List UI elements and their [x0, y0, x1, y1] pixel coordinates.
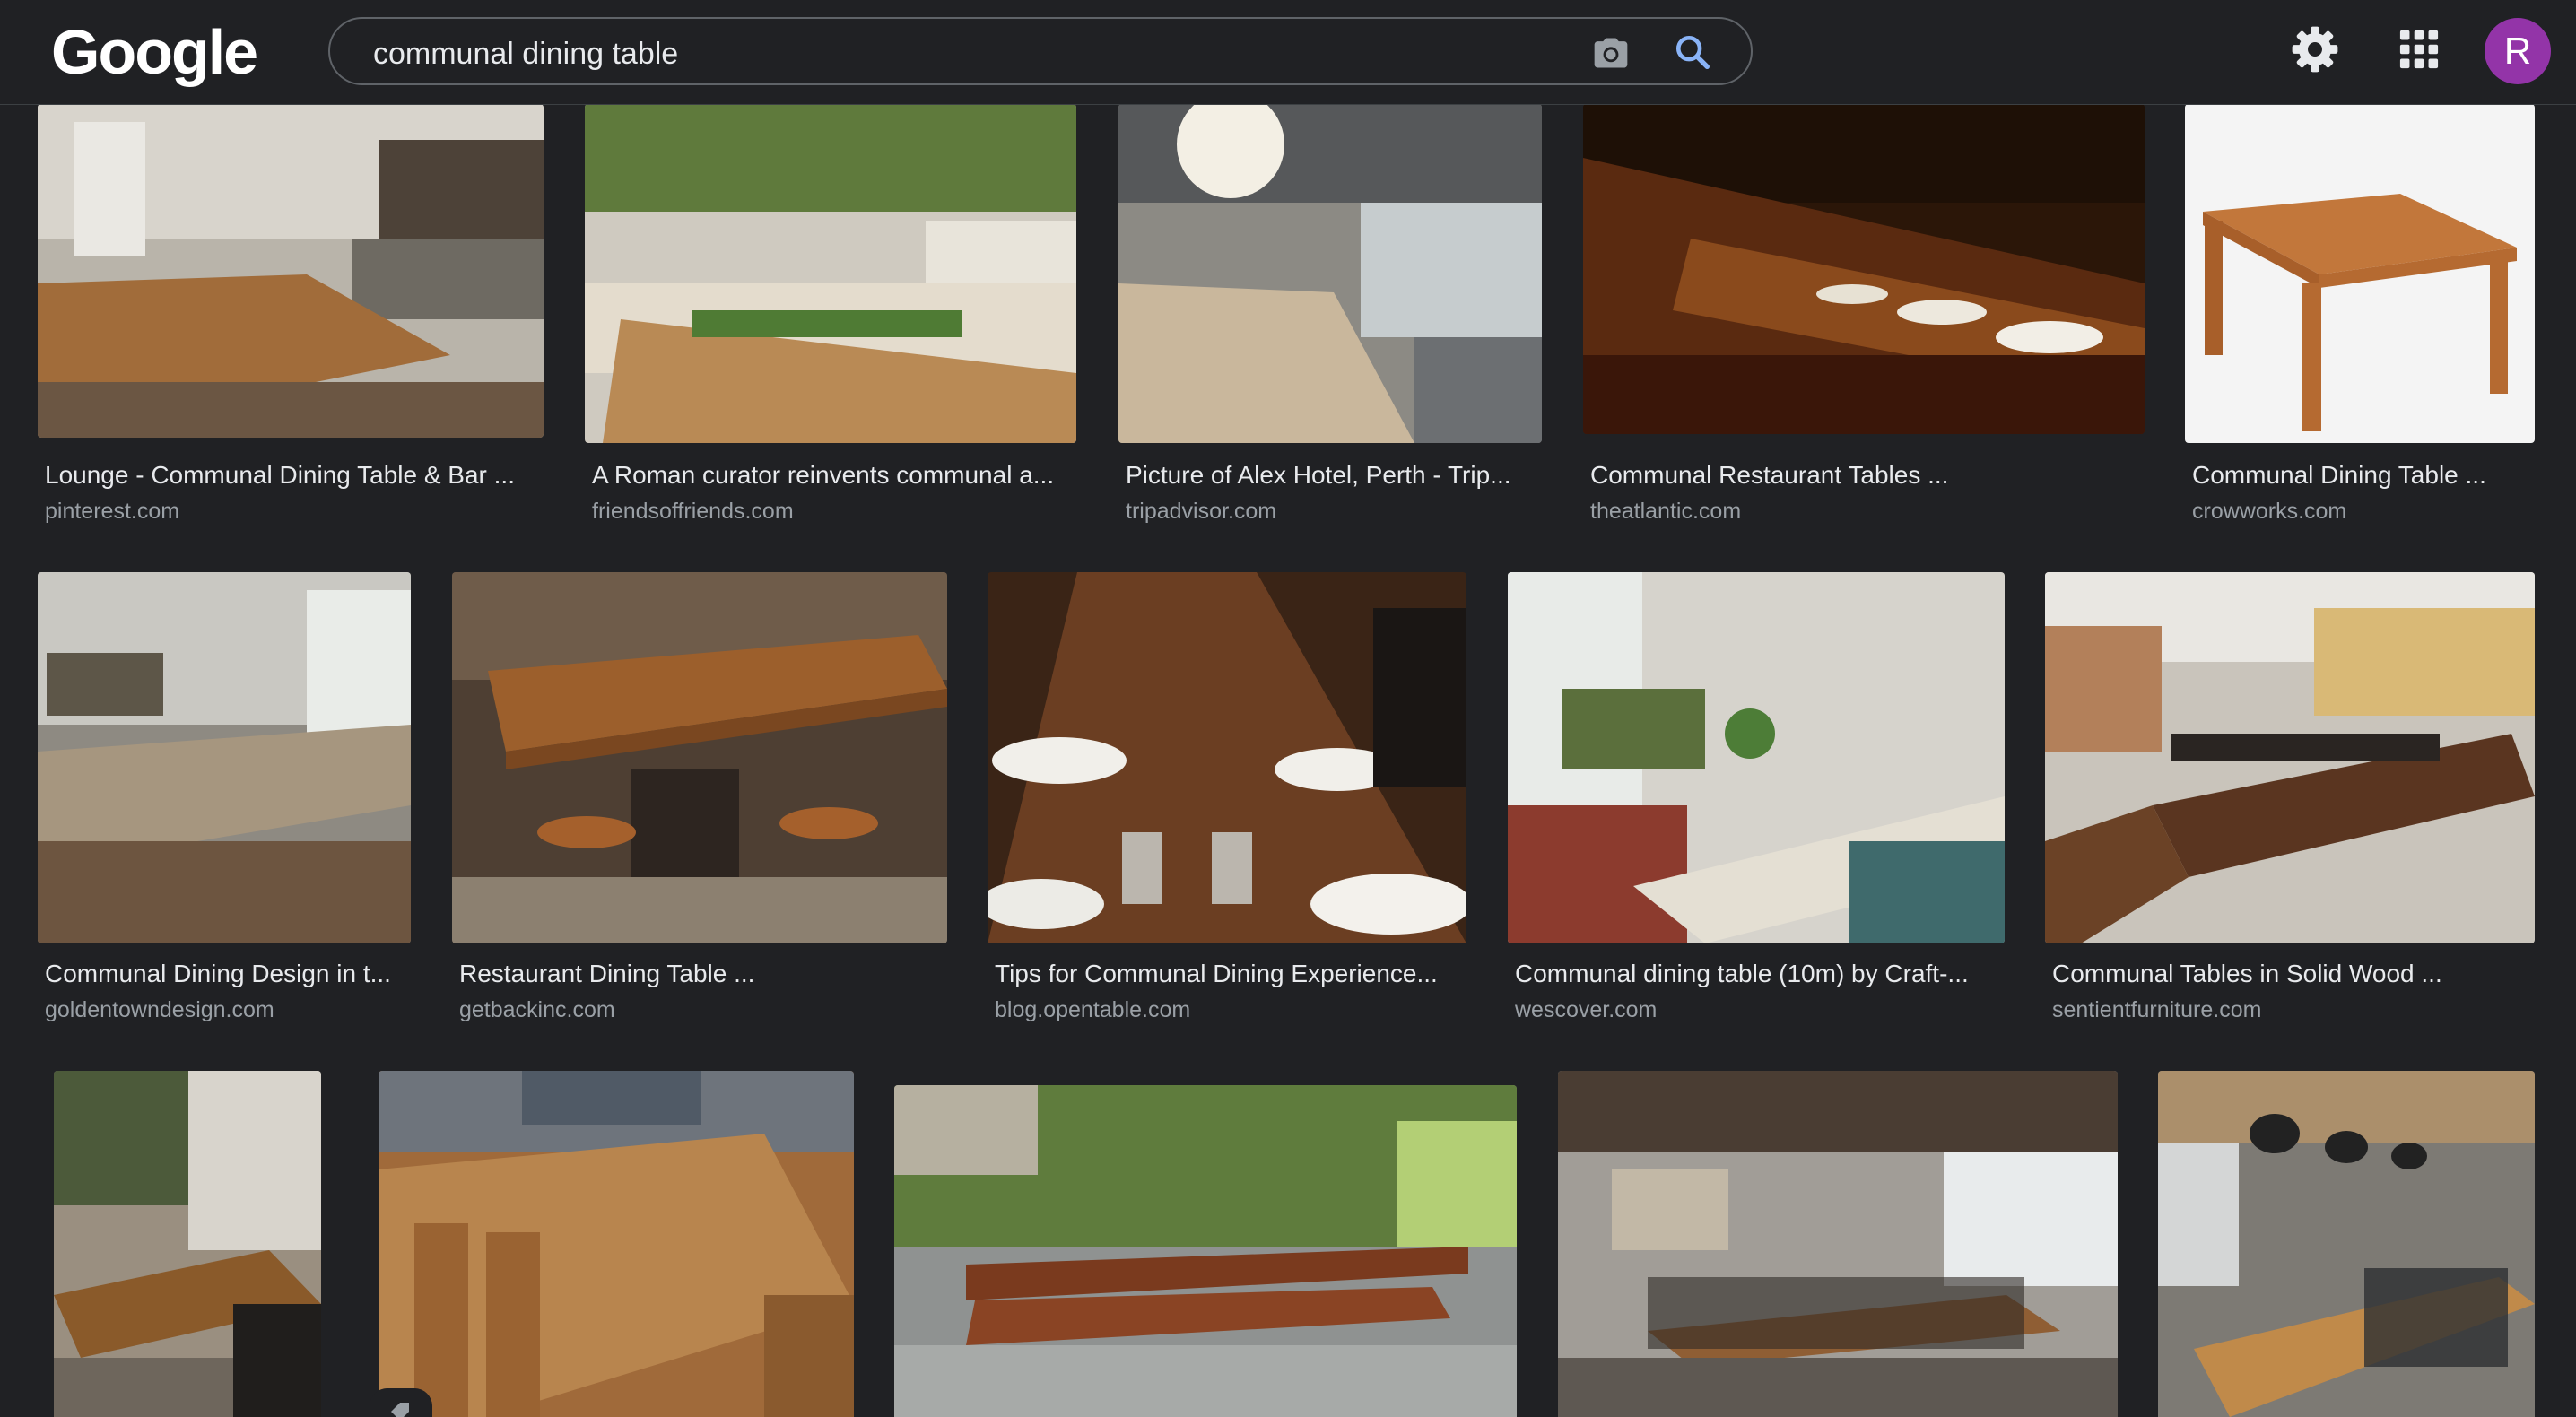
result-title[interactable]: Communal Tables in Solid Wood ... — [2052, 960, 2535, 988]
camera-icon[interactable] — [1591, 33, 1631, 73]
tag-icon — [370, 1388, 432, 1417]
result-domain: blog.opentable.com — [995, 997, 1191, 1022]
result-thumbnail[interactable] — [2045, 572, 2535, 943]
result-thumbnail[interactable] — [38, 104, 544, 438]
result-title[interactable]: Communal Dining Design in t... — [45, 960, 396, 988]
result-thumbnail[interactable] — [1508, 572, 2005, 943]
result-domain: wescover.com — [1515, 997, 1658, 1022]
result-title[interactable]: Communal dining table (10m) by Craft-... — [1515, 960, 1980, 988]
result-thumbnail[interactable] — [1558, 1071, 2118, 1417]
image-search-page: Google communal dining table R Lounge - … — [0, 0, 2576, 1417]
result-title[interactable]: Picture of Alex Hotel, Perth - Trip... — [1126, 461, 1522, 490]
result-domain: crowworks.com — [2192, 499, 2347, 524]
result-title[interactable]: Communal Restaurant Tables ... — [1590, 461, 2145, 490]
result-domain: sentientfurniture.com — [2052, 997, 2262, 1022]
result-domain: goldentowndesign.com — [45, 997, 274, 1022]
result-domain: pinterest.com — [45, 499, 180, 524]
search-box[interactable] — [328, 17, 1753, 85]
account-avatar[interactable]: R — [2485, 18, 2551, 84]
result-title[interactable]: Restaurant Dining Table ... — [459, 960, 947, 988]
result-thumbnail[interactable] — [988, 572, 1466, 943]
header-bar: Google communal dining table R — [0, 0, 2576, 105]
result-thumbnail[interactable] — [2158, 1071, 2535, 1417]
result-title[interactable]: Lounge - Communal Dining Table & Bar ... — [45, 461, 544, 490]
settings-icon[interactable] — [2289, 23, 2341, 75]
result-thumbnail[interactable] — [585, 104, 1076, 443]
google-logo[interactable]: Google — [51, 16, 258, 88]
result-domain: getbackinc.com — [459, 997, 615, 1022]
result-thumbnail[interactable] — [379, 1071, 854, 1417]
result-title[interactable]: A Roman curator reinvents communal a... — [592, 461, 1076, 490]
result-title[interactable]: Tips for Communal Dining Experience... — [995, 960, 1450, 988]
search-input[interactable] — [371, 33, 1523, 74]
result-thumbnail[interactable] — [38, 572, 411, 943]
result-thumbnail[interactable] — [2185, 104, 2535, 443]
result-thumbnail[interactable] — [54, 1071, 321, 1417]
apps-icon[interactable] — [2398, 29, 2440, 70]
result-domain: tripadvisor.com — [1126, 499, 1277, 524]
result-thumbnail[interactable] — [1118, 104, 1542, 443]
result-thumbnail[interactable] — [894, 1085, 1517, 1417]
result-domain: theatlantic.com — [1590, 499, 1742, 524]
result-domain: friendsoffriends.com — [592, 499, 794, 524]
result-title[interactable]: Communal Dining Table ... — [2192, 461, 2535, 490]
result-thumbnail[interactable] — [1583, 104, 2145, 434]
result-thumbnail[interactable] — [452, 572, 947, 943]
search-icon[interactable] — [1672, 31, 1713, 73]
